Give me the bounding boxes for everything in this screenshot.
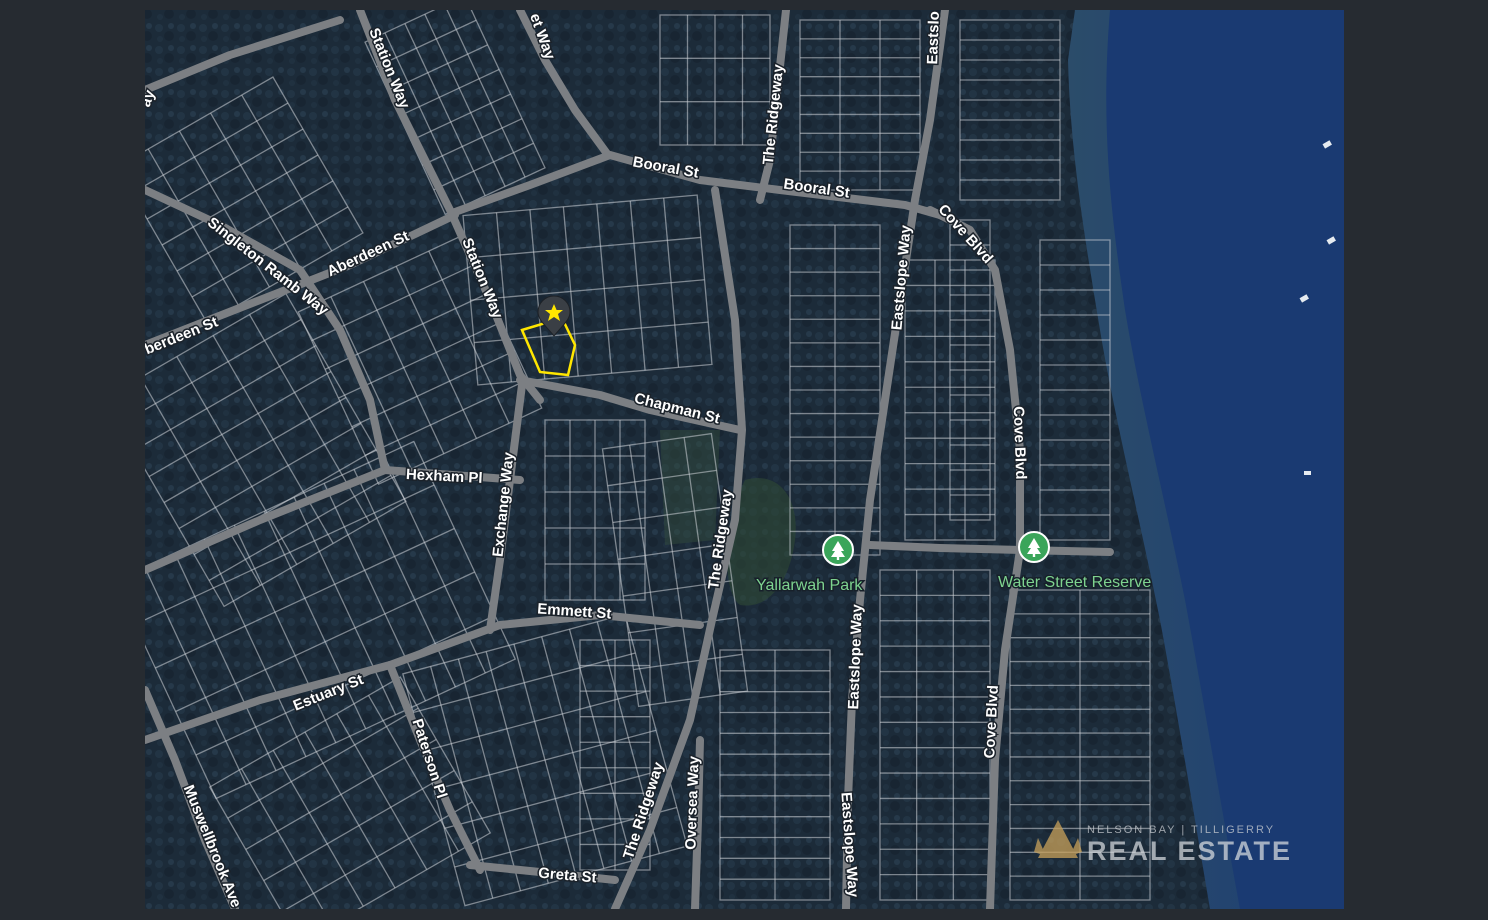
poi-label: Yallarwah Park bbox=[756, 577, 863, 594]
poi-label: Water Street Reserve bbox=[998, 574, 1151, 591]
tree-pin-icon[interactable] bbox=[822, 534, 854, 566]
watermark-line2: REAL ESTATE bbox=[1087, 836, 1292, 866]
watermark-line1: NELSON BAY | TILLIGERRY bbox=[1087, 824, 1275, 836]
street-label: Cove Blvd bbox=[1010, 406, 1030, 480]
map-frame[interactable]: Station Way Station Way Booral St Booral St… bbox=[145, 10, 1344, 909]
tree-pin-icon[interactable] bbox=[1018, 531, 1050, 563]
street-label-partial: Eastslo bbox=[924, 11, 943, 65]
street-label: Oversea Way bbox=[682, 755, 702, 850]
satellite-map[interactable]: Station WayStation WayBooral StBooral St… bbox=[145, 10, 1344, 909]
